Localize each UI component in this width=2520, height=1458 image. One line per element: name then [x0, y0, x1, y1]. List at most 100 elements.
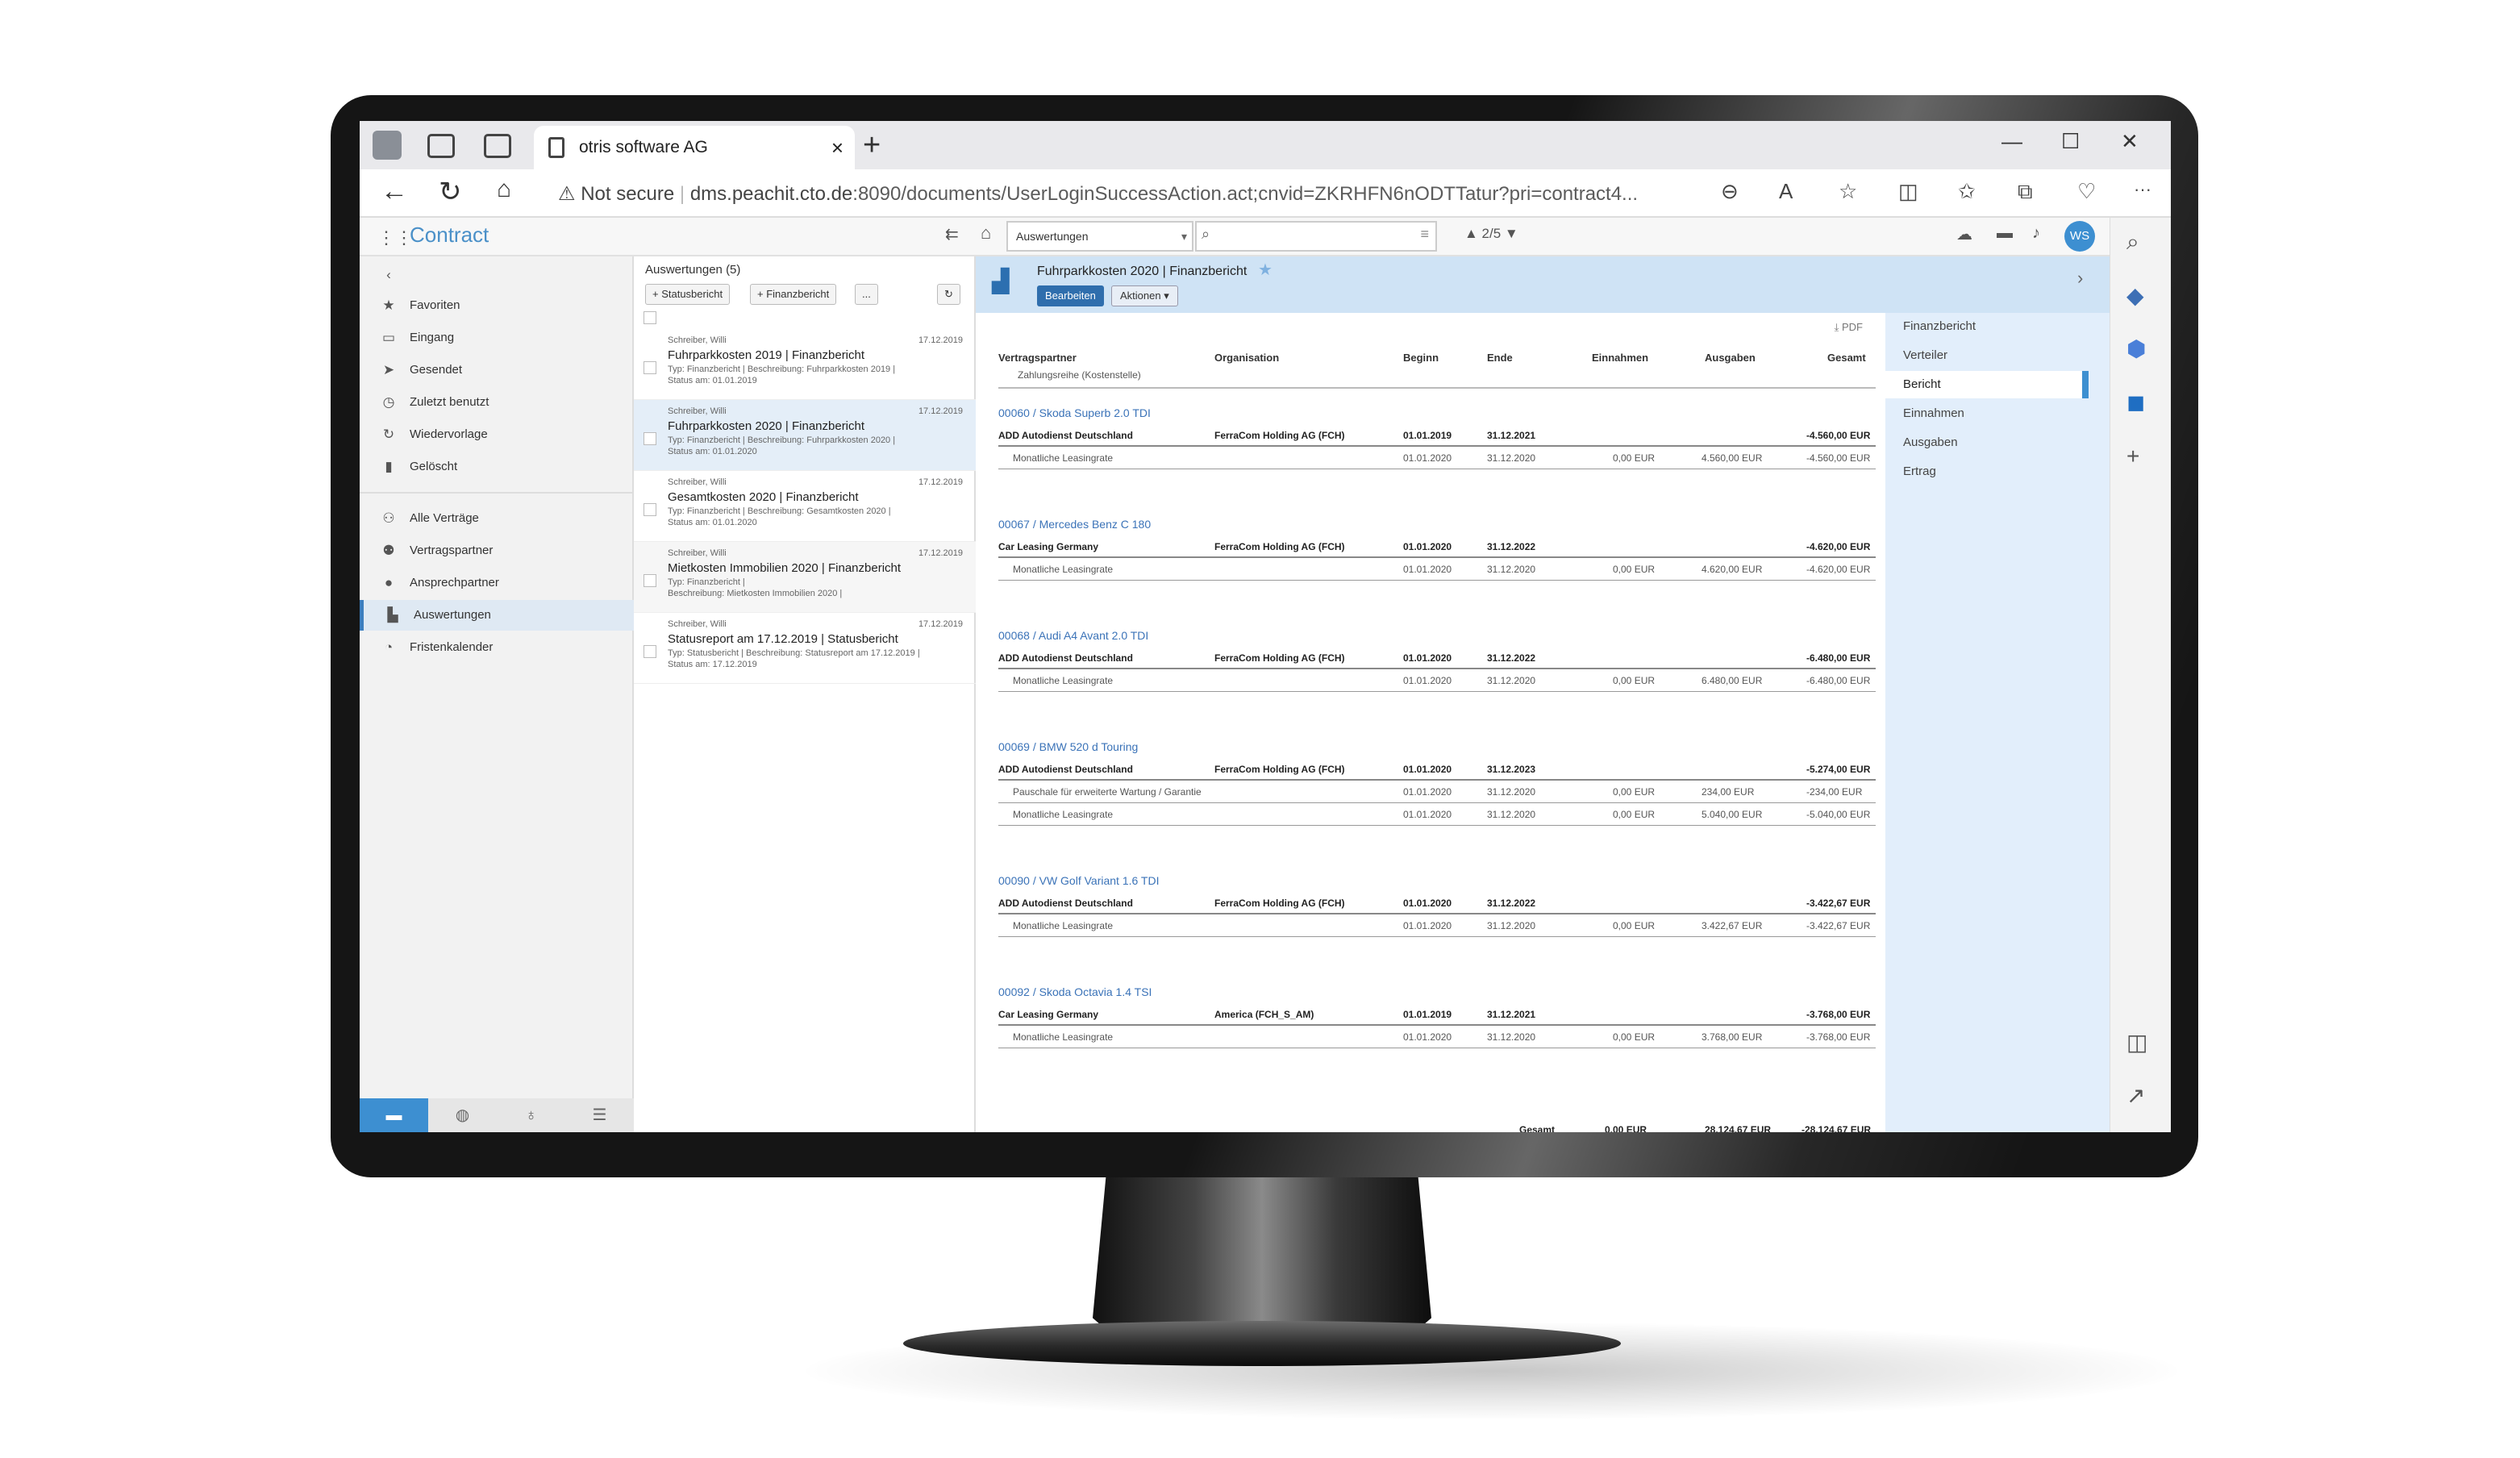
cell-end: 31.12.2021: [1487, 1009, 1536, 1020]
list-item[interactable]: Schreiber, Willi 17.12.2019 Mietkosten I…: [634, 542, 976, 613]
filter-icon[interactable]: ≡: [1420, 226, 1429, 243]
list-icon[interactable]: ☰: [565, 1098, 634, 1132]
view-select[interactable]: Auswertungen: [1006, 221, 1193, 252]
contract-row: Car Leasing Germany FerraCom Holding AG (…: [998, 535, 1876, 558]
external-link-icon[interactable]: ↗: [2126, 1082, 2145, 1109]
back-icon[interactable]: ←: [381, 176, 408, 207]
sidebar-toggle-icon[interactable]: ◫: [2126, 1029, 2147, 1056]
refresh-list-icon[interactable]: ↻: [937, 284, 960, 305]
nav-ausgaben[interactable]: Ausgaben: [1885, 429, 2087, 456]
checkbox[interactable]: [644, 432, 656, 445]
contract-link[interactable]: 00069 / BMW 520 d Touring: [998, 740, 1138, 753]
maximize-icon[interactable]: ☐: [2061, 129, 2080, 154]
contract-link[interactable]: 00092 / Skoda Octavia 1.4 TSI: [998, 985, 1152, 998]
edit-button[interactable]: Bearbeiten: [1037, 285, 1104, 306]
sidebar-item-favoriten[interactable]: ★ Favoriten: [360, 290, 634, 321]
home-icon[interactable]: ⌂: [497, 176, 511, 203]
paging-control[interactable]: ▲ 2/5 ▼: [1464, 226, 1518, 242]
report-header: ▟ Fuhrparkkosten 2020 | Finanzbericht ★ …: [976, 256, 2110, 313]
cell-total: -4.620,00 EUR: [1806, 564, 1871, 575]
tag-icon[interactable]: ◆: [2126, 282, 2144, 309]
pdf-download-link[interactable]: ⤓ PDF: [1835, 321, 1863, 334]
folder-icon[interactable]: ▬: [360, 1098, 428, 1132]
nav-verteiler[interactable]: Verteiler: [1885, 342, 2087, 369]
add-statusbericht-button[interactable]: + Statusbericht: [645, 284, 731, 305]
cloud-icon[interactable]: ☁: [1956, 224, 1972, 244]
outlook-icon[interactable]: ◼: [2126, 389, 2145, 415]
contract-link[interactable]: 00090 / VW Golf Variant 1.6 TDI: [998, 874, 1159, 887]
sidebar-item-geloescht[interactable]: ▮ Gelöscht: [360, 452, 634, 482]
profile-avatar[interactable]: [373, 131, 402, 160]
search-input[interactable]: ⌕ ≡: [1195, 221, 1437, 252]
contract-link[interactable]: 00060 / Skoda Superb 2.0 TDI: [998, 406, 1151, 419]
list-item[interactable]: Schreiber, Willi 17.12.2019 Fuhrparkkost…: [634, 329, 976, 400]
favorite-icon[interactable]: ☆: [1839, 179, 1857, 204]
checkbox[interactable]: [644, 361, 656, 374]
select-all-checkbox[interactable]: [644, 311, 656, 324]
home-nav-icon[interactable]: ⌂: [981, 223, 991, 244]
globe-icon[interactable]: ◍: [428, 1098, 497, 1132]
nav-ertrag[interactable]: Ertrag: [1885, 458, 2087, 485]
chevron-right-icon[interactable]: ›: [2077, 268, 2083, 289]
cell-begin: 01.01.2020: [1403, 564, 1452, 575]
health-icon[interactable]: ♡: [2077, 179, 2096, 204]
reload-icon[interactable]: ↻: [439, 176, 462, 208]
split-screen-icon[interactable]: ◫: [1898, 179, 1918, 204]
send-icon: ➤: [382, 362, 395, 377]
more-button[interactable]: ...: [855, 284, 878, 305]
app-grid-icon[interactable]: ⋮⋮: [377, 227, 413, 248]
collapse-icon[interactable]: ⇇: [945, 224, 959, 244]
cell-income: 0,00 EUR: [1613, 1031, 1656, 1043]
sidebar-item-wiedervorlage[interactable]: ↻ Wiedervorlage: [360, 419, 634, 450]
url-field[interactable]: ⚠ Not secure | dms.peachit.cto.de:8090/d…: [550, 174, 1695, 213]
favorites-list-icon[interactable]: ✩: [1958, 179, 1976, 204]
nav-bericht[interactable]: Bericht: [1885, 371, 2087, 398]
tab-actions-icon[interactable]: [484, 134, 511, 158]
zoom-icon[interactable]: ⊖: [1721, 179, 1739, 204]
sidebar-item-fristenkalender[interactable]: ◔ Fristenkalender: [360, 632, 634, 663]
contract-link[interactable]: 00068 / Audi A4 Avant 2.0 TDI: [998, 629, 1148, 642]
tab-title: otris software AG: [579, 138, 708, 156]
cell-end: 31.12.2023: [1487, 764, 1536, 775]
browser-tab[interactable]: otris software AG ×: [534, 126, 855, 169]
sidebar-item-gesendet[interactable]: ➤ Gesendet: [360, 355, 634, 385]
sidebar-item-zuletzt[interactable]: ◷ Zuletzt benutzt: [360, 387, 634, 418]
list-item-selected[interactable]: Schreiber, Willi 17.12.2019 Fuhrparkkost…: [634, 400, 976, 471]
sidebar-item-eingang[interactable]: ▭ Eingang: [360, 323, 634, 353]
close-tab-icon[interactable]: ×: [831, 126, 843, 169]
notification-icon[interactable]: ♪: [2032, 224, 2040, 243]
new-tab-button[interactable]: +: [863, 126, 881, 165]
read-aloud-icon[interactable]: A: [1779, 179, 1793, 204]
more-icon[interactable]: ···: [2134, 179, 2151, 200]
list-item-author: Schreiber, Willi: [668, 406, 727, 416]
payment-row: Monatliche Leasingrate 01.01.2020 31.12.20…: [998, 558, 1876, 581]
sidebar-back[interactable]: ‹: [360, 260, 634, 290]
contract-link[interactable]: 00067 / Mercedes Benz C 180: [998, 518, 1151, 531]
checkbox[interactable]: [644, 574, 656, 587]
minimize-icon[interactable]: —: [2001, 129, 2022, 154]
checkbox[interactable]: [644, 503, 656, 516]
sidebar-item-label: Ansprechpartner: [410, 576, 499, 589]
actions-button[interactable]: Aktionen ▾: [1111, 285, 1178, 306]
office-icon[interactable]: ⬢: [2126, 335, 2146, 362]
add-icon[interactable]: +: [2126, 444, 2139, 469]
sidebar-item-auswertungen[interactable]: ▙ Auswertungen: [360, 600, 634, 631]
star-icon[interactable]: ★: [1258, 260, 1272, 280]
list-item-author: Schreiber, Willi: [668, 548, 727, 558]
sidebar-item-ansprechpartner[interactable]: ● Ansprechpartner: [360, 568, 634, 598]
nav-finanzbericht[interactable]: Finanzbericht: [1885, 313, 2087, 340]
nav-einnahmen[interactable]: Einnahmen: [1885, 400, 2087, 427]
collections-icon[interactable]: [427, 134, 455, 158]
chat-icon[interactable]: ▬: [1997, 224, 2013, 243]
list-item[interactable]: Schreiber, Willi 17.12.2019 Gesamtkosten…: [634, 471, 976, 542]
list-item[interactable]: Schreiber, Willi 17.12.2019 Statusreport…: [634, 613, 976, 684]
add-finanzbericht-button[interactable]: + Finanzbericht: [750, 284, 837, 305]
sidebar-item-alle-vertraege[interactable]: ⚇ Alle Verträge: [360, 503, 634, 534]
checkbox[interactable]: [644, 645, 656, 658]
user-avatar[interactable]: WS: [2064, 221, 2095, 252]
search-icon[interactable]: ⌕: [2126, 229, 2139, 256]
lightbulb-icon[interactable]: ♁: [497, 1098, 565, 1132]
close-window-icon[interactable]: ✕: [2121, 129, 2139, 154]
sidebar-item-vertragspartner[interactable]: ⚉ Vertragspartner: [360, 535, 634, 566]
collections-add-icon[interactable]: ⧉: [2018, 179, 2033, 205]
